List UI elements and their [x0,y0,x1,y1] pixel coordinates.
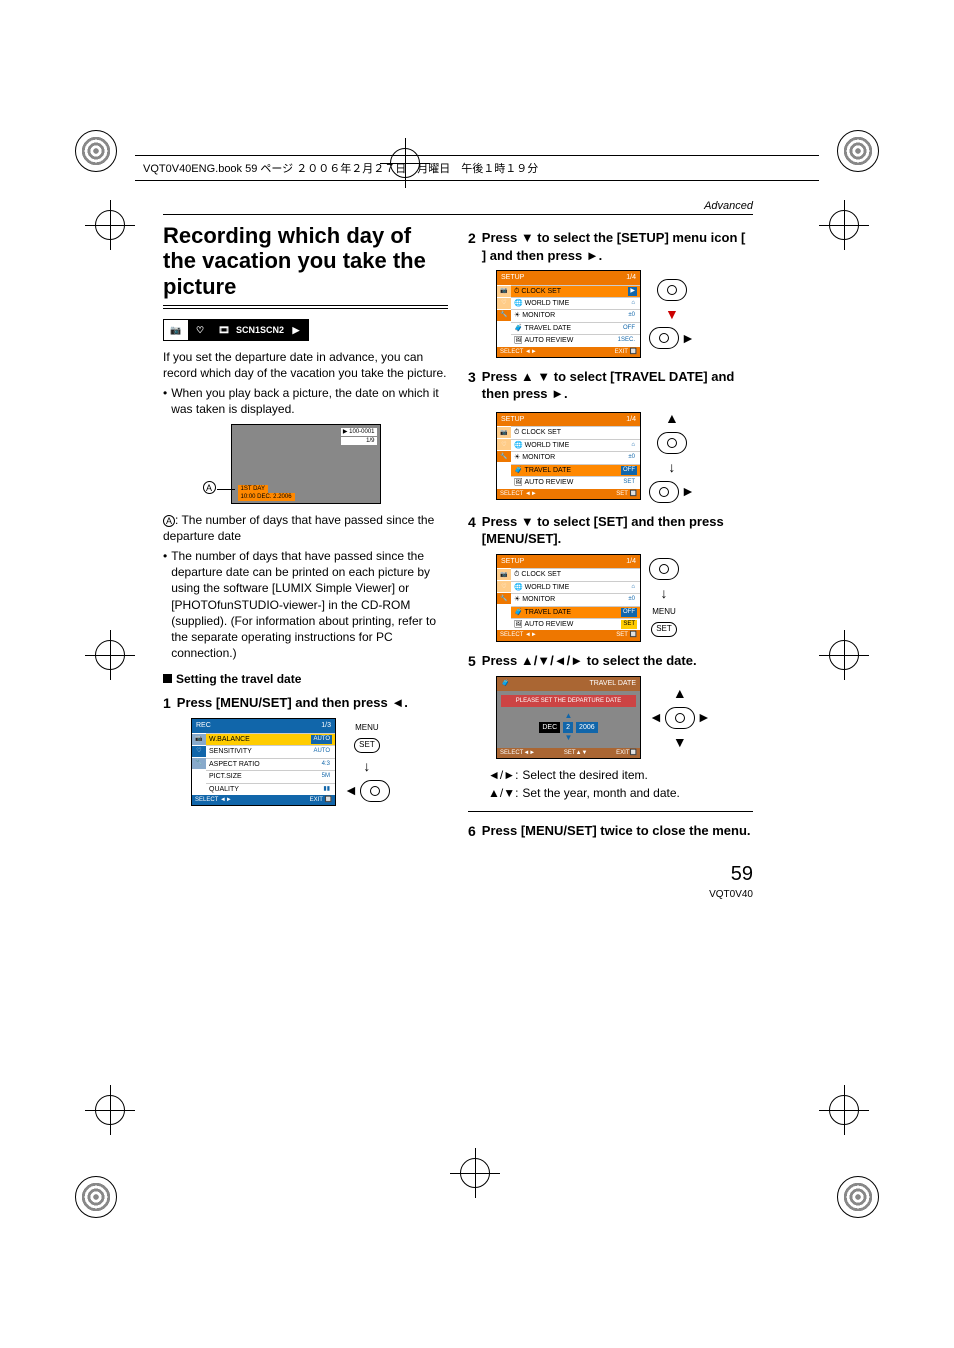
doc-header: VQT0V40ENG.book 59 ページ ２００６年２月２７日 月曜日 午後… [135,155,819,181]
step-1: 1Press [MENU/SET] and then press ◄. [163,694,448,713]
dpad-figure: ▲ ↓ ► [649,409,695,503]
travel-date-figure: 🧳 TRAVEL DATE PLEASE SET THE DEPARTURE D… [496,676,641,759]
intro-text: If you set the departure date in advance… [163,349,448,381]
setup-menu-figure-3: SETUP1/4 📷♡🔧 ⏱ CLOCK SET 🌐 WORLD TIME⌂ ☀… [496,412,641,500]
mode-scn2-icon: SCN2 [260,320,284,340]
section-label: Advanced [163,200,753,215]
rec-menu-figure: REC1/3 📷 ♡ 🔧 W.BALANCEAUTO SENSITIVITYAU… [191,718,336,806]
subheading: Setting the travel date [163,671,448,687]
callout-a: A [203,481,216,496]
mode-scn1-icon: SCN1 [236,320,260,340]
step-5-explanation: ◄/►:Select the desired item. ▲/▼:Set the… [488,767,753,801]
mode-heart-icon: ♡ [188,320,212,340]
mode-film-icon: 🎞 [212,320,236,340]
step-4: 4Press ▼ to select [SET] and then press … [468,513,753,548]
mode-strip: 📷 ♡ 🎞 SCN1 SCN2 ▶ [163,319,309,341]
caption-a: A: The number of days that have passed s… [163,512,448,544]
step-3: 3Press ▲ ▼ to select [TRAVEL DATE] and t… [468,368,753,403]
dpad-figure: MENU SET ↓ ◄ [344,723,390,801]
step-6: 6Press [MENU/SET] twice to close the men… [468,822,753,841]
dpad-figure: ↓ MENU SET [649,558,679,636]
page-number: 59 VQT0V40 [468,861,753,902]
dpad-figure: ▼ ► [649,279,695,350]
setup-menu-figure-2: SETUP1/4 📷♡🔧 ⏱ CLOCK SET▶ 🌐 WORLD TIME⌂ … [496,270,641,358]
bullet-2: The number of days that have passed sinc… [171,548,448,661]
setup-menu-figure-4: SETUP1/4 📷♡🔧 ⏱ CLOCK SET 🌐 WORLD TIME⌂ ☀… [496,554,641,642]
playback-screen-figure: ▶ 100-0001 1/9 1ST DAY 10:00 DEC. 2.2006 [231,424,381,504]
mode-play-icon: ▶ [284,320,308,340]
page-title: Recording which day of the vacation you … [163,223,448,309]
step-2: 2Press ▼ to select the [SETUP] menu icon… [468,229,753,264]
step-5: 5Press ▲/▼/◄/► to select the date. [468,652,753,671]
dpad-figure: ▲ ◄► ▼ [649,684,711,752]
intro-bullet: When you play back a picture, the date o… [171,385,448,417]
mode-camera-icon: 📷 [164,320,188,340]
